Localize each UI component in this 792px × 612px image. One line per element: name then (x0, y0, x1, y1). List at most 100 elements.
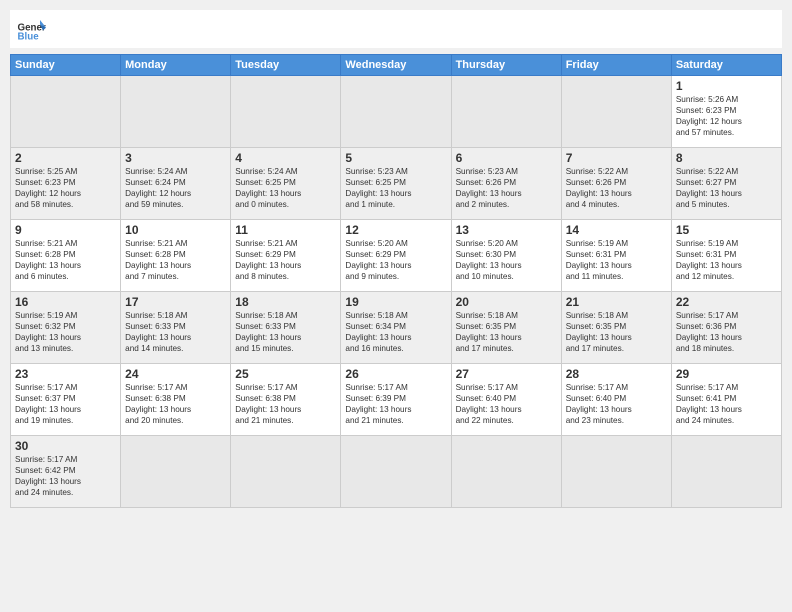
calendar-cell: 28Sunrise: 5:17 AM Sunset: 6:40 PM Dayli… (561, 364, 671, 436)
day-info: Sunrise: 5:17 AM Sunset: 6:38 PM Dayligh… (125, 382, 226, 426)
day-number: 16 (15, 295, 116, 309)
calendar-cell (121, 76, 231, 148)
calendar-week-row: 30Sunrise: 5:17 AM Sunset: 6:42 PM Dayli… (11, 436, 782, 508)
day-number: 10 (125, 223, 226, 237)
logo: General Blue (16, 14, 46, 44)
day-info: Sunrise: 5:24 AM Sunset: 6:25 PM Dayligh… (235, 166, 336, 210)
day-number: 22 (676, 295, 777, 309)
weekday-header-thursday: Thursday (451, 55, 561, 76)
day-number: 8 (676, 151, 777, 165)
calendar-cell: 18Sunrise: 5:18 AM Sunset: 6:33 PM Dayli… (231, 292, 341, 364)
day-info: Sunrise: 5:22 AM Sunset: 6:27 PM Dayligh… (676, 166, 777, 210)
calendar-cell: 13Sunrise: 5:20 AM Sunset: 6:30 PM Dayli… (451, 220, 561, 292)
day-number: 30 (15, 439, 116, 453)
calendar-cell: 29Sunrise: 5:17 AM Sunset: 6:41 PM Dayli… (671, 364, 781, 436)
day-info: Sunrise: 5:17 AM Sunset: 6:40 PM Dayligh… (566, 382, 667, 426)
calendar-cell: 30Sunrise: 5:17 AM Sunset: 6:42 PM Dayli… (11, 436, 121, 508)
calendar-cell (561, 436, 671, 508)
calendar-cell: 6Sunrise: 5:23 AM Sunset: 6:26 PM Daylig… (451, 148, 561, 220)
day-number: 19 (345, 295, 446, 309)
calendar-cell (231, 436, 341, 508)
day-number: 21 (566, 295, 667, 309)
calendar-cell: 12Sunrise: 5:20 AM Sunset: 6:29 PM Dayli… (341, 220, 451, 292)
day-number: 24 (125, 367, 226, 381)
page: General Blue SundayMondayTuesdayWednesda… (0, 0, 792, 612)
day-number: 17 (125, 295, 226, 309)
day-info: Sunrise: 5:17 AM Sunset: 6:36 PM Dayligh… (676, 310, 777, 354)
day-number: 12 (345, 223, 446, 237)
calendar-cell: 3Sunrise: 5:24 AM Sunset: 6:24 PM Daylig… (121, 148, 231, 220)
day-info: Sunrise: 5:17 AM Sunset: 6:38 PM Dayligh… (235, 382, 336, 426)
day-info: Sunrise: 5:21 AM Sunset: 6:29 PM Dayligh… (235, 238, 336, 282)
calendar-cell: 11Sunrise: 5:21 AM Sunset: 6:29 PM Dayli… (231, 220, 341, 292)
day-info: Sunrise: 5:21 AM Sunset: 6:28 PM Dayligh… (125, 238, 226, 282)
day-info: Sunrise: 5:18 AM Sunset: 6:35 PM Dayligh… (456, 310, 557, 354)
calendar-cell (341, 76, 451, 148)
day-number: 11 (235, 223, 336, 237)
day-number: 9 (15, 223, 116, 237)
day-number: 13 (456, 223, 557, 237)
calendar-cell: 14Sunrise: 5:19 AM Sunset: 6:31 PM Dayli… (561, 220, 671, 292)
day-info: Sunrise: 5:17 AM Sunset: 6:41 PM Dayligh… (676, 382, 777, 426)
calendar-cell (561, 76, 671, 148)
calendar-cell: 23Sunrise: 5:17 AM Sunset: 6:37 PM Dayli… (11, 364, 121, 436)
day-number: 15 (676, 223, 777, 237)
calendar-cell: 10Sunrise: 5:21 AM Sunset: 6:28 PM Dayli… (121, 220, 231, 292)
header: General Blue (10, 10, 782, 48)
calendar-cell: 19Sunrise: 5:18 AM Sunset: 6:34 PM Dayli… (341, 292, 451, 364)
calendar-cell: 9Sunrise: 5:21 AM Sunset: 6:28 PM Daylig… (11, 220, 121, 292)
day-number: 25 (235, 367, 336, 381)
weekday-header-sunday: Sunday (11, 55, 121, 76)
calendar-cell (231, 76, 341, 148)
day-info: Sunrise: 5:26 AM Sunset: 6:23 PM Dayligh… (676, 94, 777, 138)
calendar-cell: 4Sunrise: 5:24 AM Sunset: 6:25 PM Daylig… (231, 148, 341, 220)
day-info: Sunrise: 5:18 AM Sunset: 6:35 PM Dayligh… (566, 310, 667, 354)
calendar-week-row: 23Sunrise: 5:17 AM Sunset: 6:37 PM Dayli… (11, 364, 782, 436)
day-number: 29 (676, 367, 777, 381)
calendar-cell: 20Sunrise: 5:18 AM Sunset: 6:35 PM Dayli… (451, 292, 561, 364)
day-number: 6 (456, 151, 557, 165)
day-info: Sunrise: 5:17 AM Sunset: 6:40 PM Dayligh… (456, 382, 557, 426)
day-number: 27 (456, 367, 557, 381)
day-info: Sunrise: 5:18 AM Sunset: 6:34 PM Dayligh… (345, 310, 446, 354)
day-info: Sunrise: 5:20 AM Sunset: 6:29 PM Dayligh… (345, 238, 446, 282)
day-info: Sunrise: 5:19 AM Sunset: 6:32 PM Dayligh… (15, 310, 116, 354)
day-number: 2 (15, 151, 116, 165)
day-info: Sunrise: 5:22 AM Sunset: 6:26 PM Dayligh… (566, 166, 667, 210)
day-info: Sunrise: 5:20 AM Sunset: 6:30 PM Dayligh… (456, 238, 557, 282)
calendar-week-row: 16Sunrise: 5:19 AM Sunset: 6:32 PM Dayli… (11, 292, 782, 364)
svg-text:Blue: Blue (18, 32, 40, 43)
day-info: Sunrise: 5:17 AM Sunset: 6:42 PM Dayligh… (15, 454, 116, 498)
calendar-cell: 25Sunrise: 5:17 AM Sunset: 6:38 PM Dayli… (231, 364, 341, 436)
day-info: Sunrise: 5:17 AM Sunset: 6:39 PM Dayligh… (345, 382, 446, 426)
calendar-cell (121, 436, 231, 508)
day-info: Sunrise: 5:19 AM Sunset: 6:31 PM Dayligh… (566, 238, 667, 282)
weekday-header-row: SundayMondayTuesdayWednesdayThursdayFrid… (11, 55, 782, 76)
calendar-cell: 27Sunrise: 5:17 AM Sunset: 6:40 PM Dayli… (451, 364, 561, 436)
calendar-cell: 1Sunrise: 5:26 AM Sunset: 6:23 PM Daylig… (671, 76, 781, 148)
weekday-header-tuesday: Tuesday (231, 55, 341, 76)
day-number: 7 (566, 151, 667, 165)
day-number: 14 (566, 223, 667, 237)
day-number: 1 (676, 79, 777, 93)
calendar-cell: 5Sunrise: 5:23 AM Sunset: 6:25 PM Daylig… (341, 148, 451, 220)
calendar-week-row: 9 Sunrise: 5:21 AM Sunset: 6:28 PM Daylig… (11, 220, 782, 292)
weekday-header-saturday: Saturday (671, 55, 781, 76)
day-info: Sunrise: 5:24 AM Sunset: 6:24 PM Dayligh… (125, 166, 226, 210)
calendar-cell: 26Sunrise: 5:17 AM Sunset: 6:39 PM Dayli… (341, 364, 451, 436)
calendar-table: SundayMondayTuesdayWednesdayThursdayFrid… (10, 54, 782, 508)
calendar-cell: 24Sunrise: 5:17 AM Sunset: 6:38 PM Dayli… (121, 364, 231, 436)
day-number: 20 (456, 295, 557, 309)
calendar-cell: 7Sunrise: 5:22 AM Sunset: 6:26 PM Daylig… (561, 148, 671, 220)
day-info: Sunrise: 5:18 AM Sunset: 6:33 PM Dayligh… (235, 310, 336, 354)
day-number: 28 (566, 367, 667, 381)
calendar-cell: 17Sunrise: 5:18 AM Sunset: 6:33 PM Dayli… (121, 292, 231, 364)
calendar-cell: 2Sunrise: 5:25 AM Sunset: 6:23 PM Daylig… (11, 148, 121, 220)
calendar-cell (451, 76, 561, 148)
calendar-week-row: 1Sunrise: 5:26 AM Sunset: 6:23 PM Daylig… (11, 76, 782, 148)
calendar-cell: 15Sunrise: 5:19 AM Sunset: 6:31 PM Dayli… (671, 220, 781, 292)
day-info: Sunrise: 5:18 AM Sunset: 6:33 PM Dayligh… (125, 310, 226, 354)
weekday-header-wednesday: Wednesday (341, 55, 451, 76)
calendar-cell (451, 436, 561, 508)
day-number: 23 (15, 367, 116, 381)
